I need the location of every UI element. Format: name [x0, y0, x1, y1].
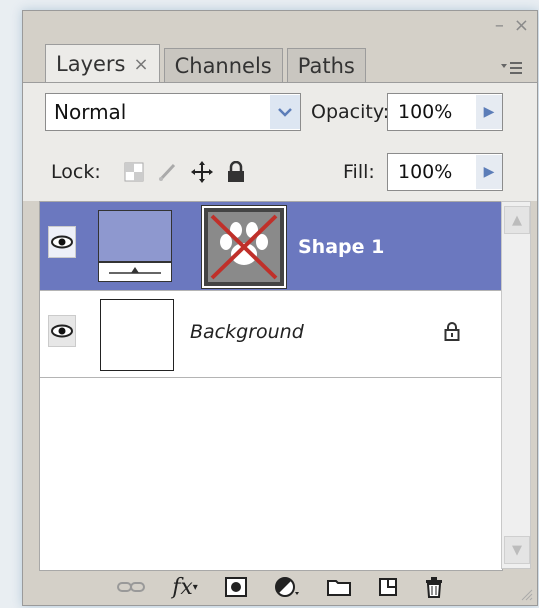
link-layers-icon[interactable]: [117, 580, 146, 594]
tab-paths[interactable]: Paths: [286, 48, 366, 83]
vector-mask-thumbnail[interactable]: [201, 205, 287, 289]
paw-shape-icon: [208, 212, 280, 282]
lock-options: [123, 161, 247, 183]
scroll-down-arrow-icon[interactable]: ▼: [504, 536, 530, 564]
layers-panel: – × Layers × Channels Paths Normal Opaci…: [22, 10, 538, 606]
resize-grip-icon[interactable]: [519, 587, 533, 601]
close-icon[interactable]: ×: [514, 17, 529, 35]
layer-name[interactable]: Shape 1: [298, 236, 384, 258]
delete-layer-trash-icon[interactable]: [425, 576, 443, 598]
fill-label: Fill:: [343, 161, 375, 183]
tab-layers[interactable]: Layers ×: [45, 44, 160, 83]
layers-scrollbar[interactable]: ▲ ▼: [501, 201, 531, 569]
scroll-up-arrow-icon[interactable]: ▲: [504, 206, 530, 234]
background-thumbnail[interactable]: [100, 299, 174, 371]
lock-image-pixels-icon[interactable]: [157, 161, 179, 183]
opacity-value: 100%: [398, 101, 453, 123]
blend-mode-select[interactable]: Normal: [45, 93, 301, 131]
photoshop-layers-screenshot: – × Layers × Channels Paths Normal Opaci…: [0, 0, 539, 608]
visibility-eye-icon[interactable]: [48, 226, 76, 258]
layers-list: Shape 1 Background: [39, 201, 503, 571]
panel-tabs: Layers × Channels Paths: [45, 41, 370, 83]
opacity-slider-arrow-icon[interactable]: ▶: [476, 95, 502, 129]
new-group-folder-icon[interactable]: [326, 578, 351, 596]
minimize-icon[interactable]: –: [495, 17, 504, 35]
tab-close-icon[interactable]: ×: [134, 54, 149, 75]
lock-all-icon[interactable]: [225, 161, 247, 183]
opacity-field[interactable]: 100% ▶: [387, 93, 503, 131]
fill-field[interactable]: 100% ▶: [387, 153, 503, 191]
layers-bottom-toolbar: fx ▾: [23, 569, 537, 605]
tab-channels-label: Channels: [174, 54, 272, 78]
lock-position-icon[interactable]: [191, 161, 213, 183]
layer-style-fx-icon[interactable]: fx ▾: [172, 575, 198, 600]
fill-slider-arrow-icon[interactable]: ▶: [476, 155, 502, 189]
add-mask-icon[interactable]: [224, 577, 247, 597]
chevron-down-icon[interactable]: [270, 95, 300, 129]
adjustment-layer-icon[interactable]: [274, 576, 300, 598]
layer-row-background[interactable]: Background: [40, 290, 502, 378]
lock-label: Lock:: [51, 161, 101, 183]
opacity-label: Opacity:: [311, 101, 390, 123]
visibility-eye-icon[interactable]: [48, 315, 76, 347]
panel-window-controls: – ×: [495, 17, 529, 35]
layer-row-shape-1[interactable]: Shape 1: [40, 202, 502, 290]
layer-name[interactable]: Background: [190, 321, 304, 343]
tab-layers-label: Layers: [56, 52, 126, 76]
fill-color-indicator: [99, 261, 171, 281]
panel-menu-icon[interactable]: [501, 59, 523, 80]
fill-value: 100%: [398, 161, 453, 183]
layer-lock-icon: [444, 321, 460, 345]
blend-mode-value: Normal: [54, 100, 127, 124]
new-layer-icon[interactable]: [378, 577, 398, 597]
tab-paths-label: Paths: [297, 54, 355, 78]
lock-transparent-pixels-icon[interactable]: [123, 161, 145, 183]
layer-options-bar: Normal Opacity: 100% ▶ Lock: Fill: 100% …: [23, 83, 537, 201]
shape-fill-thumbnail[interactable]: [98, 210, 172, 282]
tab-channels[interactable]: Channels: [163, 48, 283, 83]
